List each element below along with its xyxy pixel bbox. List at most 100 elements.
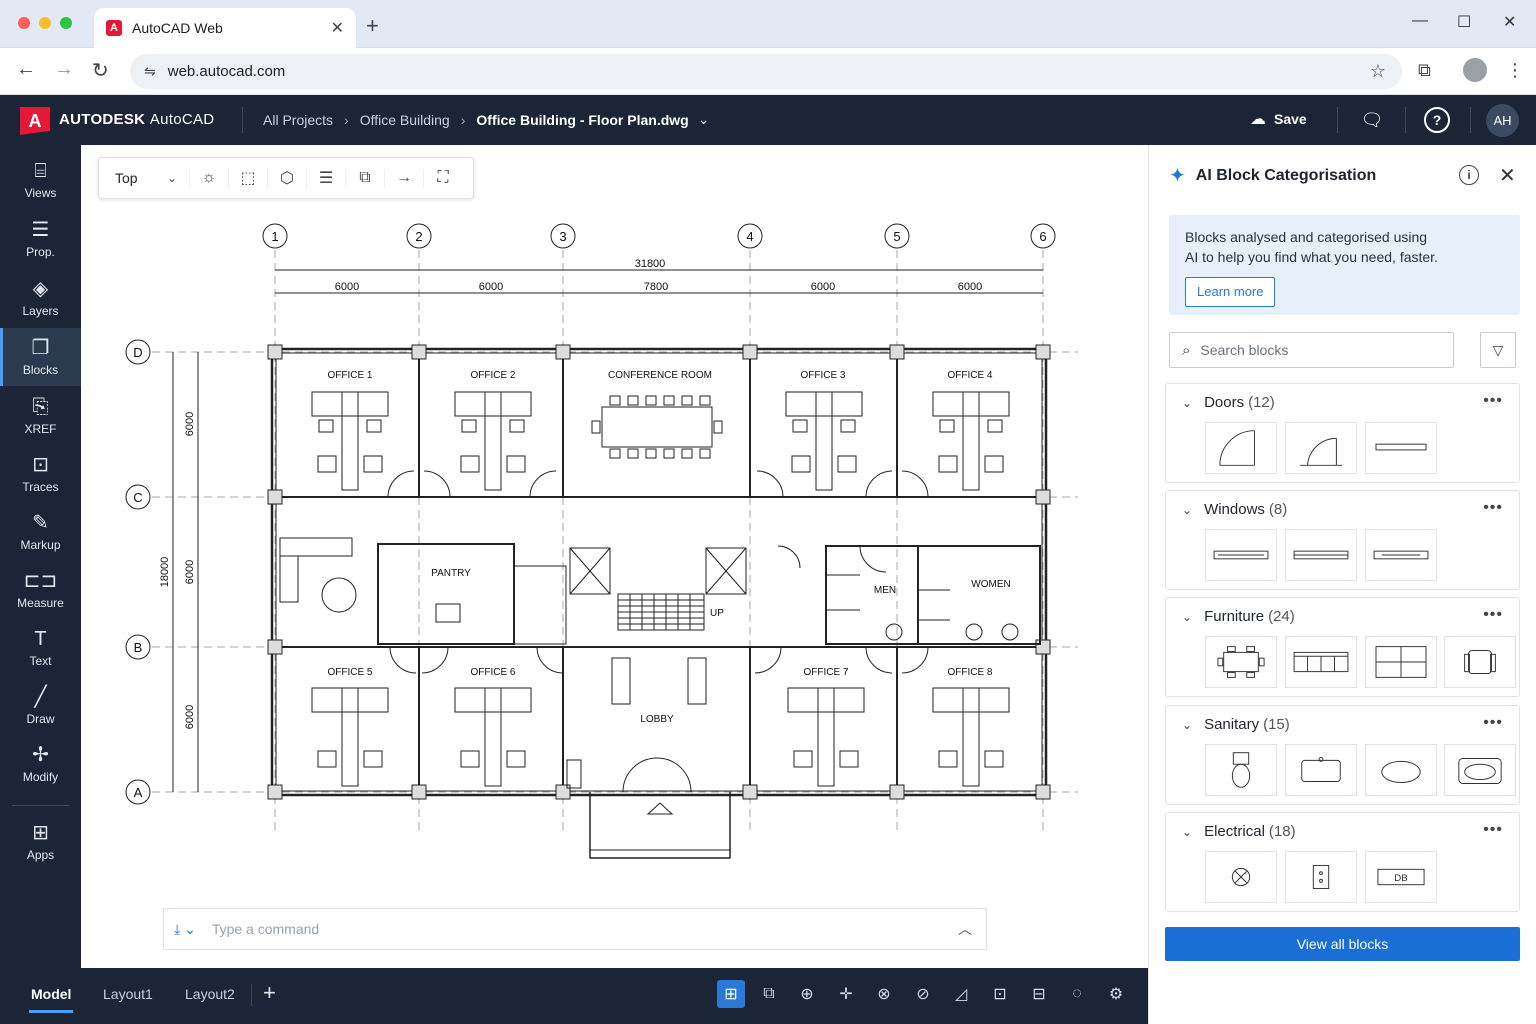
forward-icon[interactable]: → — [54, 58, 74, 81]
category-header[interactable]: ⌄ Furniture (24) — [1182, 608, 1295, 625]
grid-icon[interactable]: ⊞ — [717, 980, 745, 1008]
back-icon[interactable]: ← — [16, 58, 36, 81]
block-thumbnail-basin[interactable] — [1365, 744, 1437, 796]
tool-blocks[interactable]: ❐ Blocks — [0, 328, 81, 386]
user-avatar[interactable]: AH — [1486, 104, 1519, 137]
filter-button[interactable]: ▽ — [1480, 332, 1516, 368]
tool-views[interactable]: ⌸ Views — [0, 151, 81, 209]
otrack-icon[interactable]: ⊘ — [909, 980, 937, 1008]
workspace-icon[interactable]: ⚙ — [1102, 980, 1130, 1008]
maximize-window-dot[interactable] — [60, 17, 72, 29]
window-close-icon[interactable]: ✕ — [1503, 12, 1516, 32]
block-thumbnail-armchair[interactable] — [1444, 636, 1516, 688]
breadcrumb-all-projects[interactable]: All Projects — [263, 112, 333, 128]
browser-tab[interactable]: A AutoCAD Web ✕ — [94, 8, 356, 48]
search-blocks-input[interactable]: ⌕ Search blocks — [1169, 332, 1454, 368]
pan-arrow-icon[interactable]: → — [384, 169, 423, 187]
block-thumbnail-dining-table[interactable] — [1205, 636, 1277, 688]
view-select[interactable]: Top ⌄ — [99, 170, 189, 186]
new-tab-icon[interactable]: + — [366, 13, 379, 39]
3d-view-icon[interactable]: ⬡ — [267, 168, 306, 188]
tool-apps[interactable]: ⊞ Apps — [0, 813, 81, 871]
site-settings-icon[interactable]: ⇋ — [144, 63, 156, 80]
category-header[interactable]: ⌄ Windows (8) — [1182, 501, 1287, 518]
profile-avatar-icon[interactable] — [1463, 58, 1487, 82]
breadcrumb-office-building[interactable]: Office Building — [360, 112, 450, 128]
block-thumbnail-bathtub[interactable] — [1444, 744, 1516, 796]
close-panel-icon[interactable]: ✕ — [1499, 163, 1516, 188]
block-thumbnail-door-single[interactable] — [1205, 422, 1277, 474]
chevron-down-icon[interactable]: ⌄ — [698, 111, 710, 128]
floor-plan-drawing[interactable]: 1 2 3 4 5 6 D C B A 31800 6000 6000 7800… — [81, 145, 1148, 968]
command-input[interactable]: Type a command — [212, 921, 319, 937]
tab-layout2[interactable]: Layout2 — [185, 986, 235, 1002]
section-icon[interactable]: ☰ — [306, 168, 345, 188]
block-thumbnail-sofa[interactable] — [1285, 636, 1357, 688]
tab-close-icon[interactable]: ✕ — [331, 18, 344, 38]
category-header[interactable]: ⌄ Doors (12) — [1182, 394, 1275, 411]
command-options-icon[interactable]: ⤓ ⌄ — [174, 921, 196, 938]
block-thumbnail-sectional[interactable] — [1365, 636, 1437, 688]
window-minimize-icon[interactable]: — — [1412, 12, 1428, 30]
tool-traces[interactable]: ⊡ Traces — [0, 445, 81, 503]
block-thumbnail-distribution-board[interactable]: DB — [1365, 851, 1437, 903]
ortho-icon[interactable]: ⊕ — [793, 980, 821, 1008]
view-cube-icon[interactable]: ⬚ — [228, 168, 267, 188]
bookmark-star-icon[interactable]: ☆ — [1370, 61, 1386, 82]
tool-markup[interactable]: ✎ Markup — [0, 503, 81, 561]
learn-more-button[interactable]: Learn more — [1185, 277, 1276, 307]
tool-modify[interactable]: ✢ Modify — [0, 735, 81, 793]
visual-style-icon[interactable]: ☼ — [189, 169, 228, 187]
info-icon[interactable]: i — [1459, 165, 1479, 185]
block-thumbnail-toilet[interactable] — [1205, 744, 1277, 796]
save-button[interactable]: ☁ Save — [1250, 109, 1307, 129]
zoom-extents-icon[interactable]: ⛶ — [423, 169, 462, 187]
named-views-icon[interactable]: ⧉ — [345, 169, 384, 187]
help-icon[interactable]: ? — [1424, 107, 1450, 133]
breadcrumb-current-file[interactable]: Office Building - Floor Plan.dwg — [476, 112, 688, 128]
block-thumbnail-outlet[interactable] — [1285, 851, 1357, 903]
block-thumbnail-sink[interactable] — [1285, 744, 1357, 796]
comments-icon[interactable]: 🗨 — [1359, 107, 1385, 133]
tool-properties[interactable]: ☰ Prop. — [0, 210, 81, 268]
transparency-icon[interactable]: ⊟ — [1025, 980, 1053, 1008]
category-header[interactable]: ⌄ Sanitary (15) — [1182, 716, 1290, 733]
view-all-blocks-button[interactable]: View all blocks — [1165, 927, 1520, 961]
polar-icon[interactable]: ✛ — [832, 980, 860, 1008]
drawing-canvas[interactable]: 1 2 3 4 5 6 D C B A 31800 6000 6000 7800… — [81, 145, 1148, 968]
more-options-icon[interactable]: ••• — [1483, 821, 1503, 839]
add-layout-icon[interactable]: + — [263, 980, 276, 1006]
extensions-icon[interactable]: ⧉ — [1418, 60, 1431, 81]
more-options-icon[interactable]: ••• — [1483, 714, 1503, 732]
tool-measure[interactable]: ⊏⊐ Measure — [0, 561, 81, 619]
tool-xref[interactable]: ⎘ XREF — [0, 387, 81, 445]
tool-text[interactable]: T Text — [0, 619, 81, 677]
tab-layout1[interactable]: Layout1 — [103, 986, 153, 1002]
selection-cycling-icon[interactable]: ◌ — [1063, 980, 1091, 1008]
browser-menu-icon[interactable]: ⋮ — [1506, 60, 1524, 81]
tab-model[interactable]: Model — [28, 986, 74, 1013]
block-thumbnail-door-sliding[interactable] — [1365, 422, 1437, 474]
block-thumbnail-light-fixture[interactable] — [1205, 851, 1277, 903]
chevron-up-icon[interactable]: ︿ — [958, 919, 972, 939]
window-restore-icon[interactable]: ☐ — [1457, 12, 1471, 32]
minimize-window-dot[interactable] — [39, 17, 51, 29]
reload-icon[interactable]: ↻ — [92, 58, 109, 83]
more-options-icon[interactable]: ••• — [1483, 499, 1503, 517]
osnap-icon[interactable]: ⊗ — [870, 980, 898, 1008]
url-bar[interactable]: ⇋ web.autocad.com ☆ — [130, 54, 1402, 89]
close-window-dot[interactable] — [18, 17, 30, 29]
tool-layers[interactable]: ◈ Layers — [0, 269, 81, 327]
block-thumbnail-window[interactable] — [1285, 529, 1357, 581]
lineweight-icon[interactable]: ⊡ — [986, 980, 1014, 1008]
block-thumbnail-window[interactable] — [1205, 529, 1277, 581]
block-thumbnail-window[interactable] — [1365, 529, 1437, 581]
dynamic-input-icon[interactable]: ◿ — [947, 980, 975, 1008]
category-header[interactable]: ⌄ Electrical (18) — [1182, 823, 1296, 840]
block-thumbnail-door-small[interactable] — [1285, 422, 1357, 474]
snap-icon[interactable]: ⧉ — [755, 980, 783, 1008]
tool-draw[interactable]: ╱ Draw — [0, 677, 81, 735]
more-options-icon[interactable]: ••• — [1483, 392, 1503, 410]
more-options-icon[interactable]: ••• — [1483, 606, 1503, 624]
command-line[interactable]: ⤓ ⌄ Type a command ︿ — [163, 908, 987, 950]
